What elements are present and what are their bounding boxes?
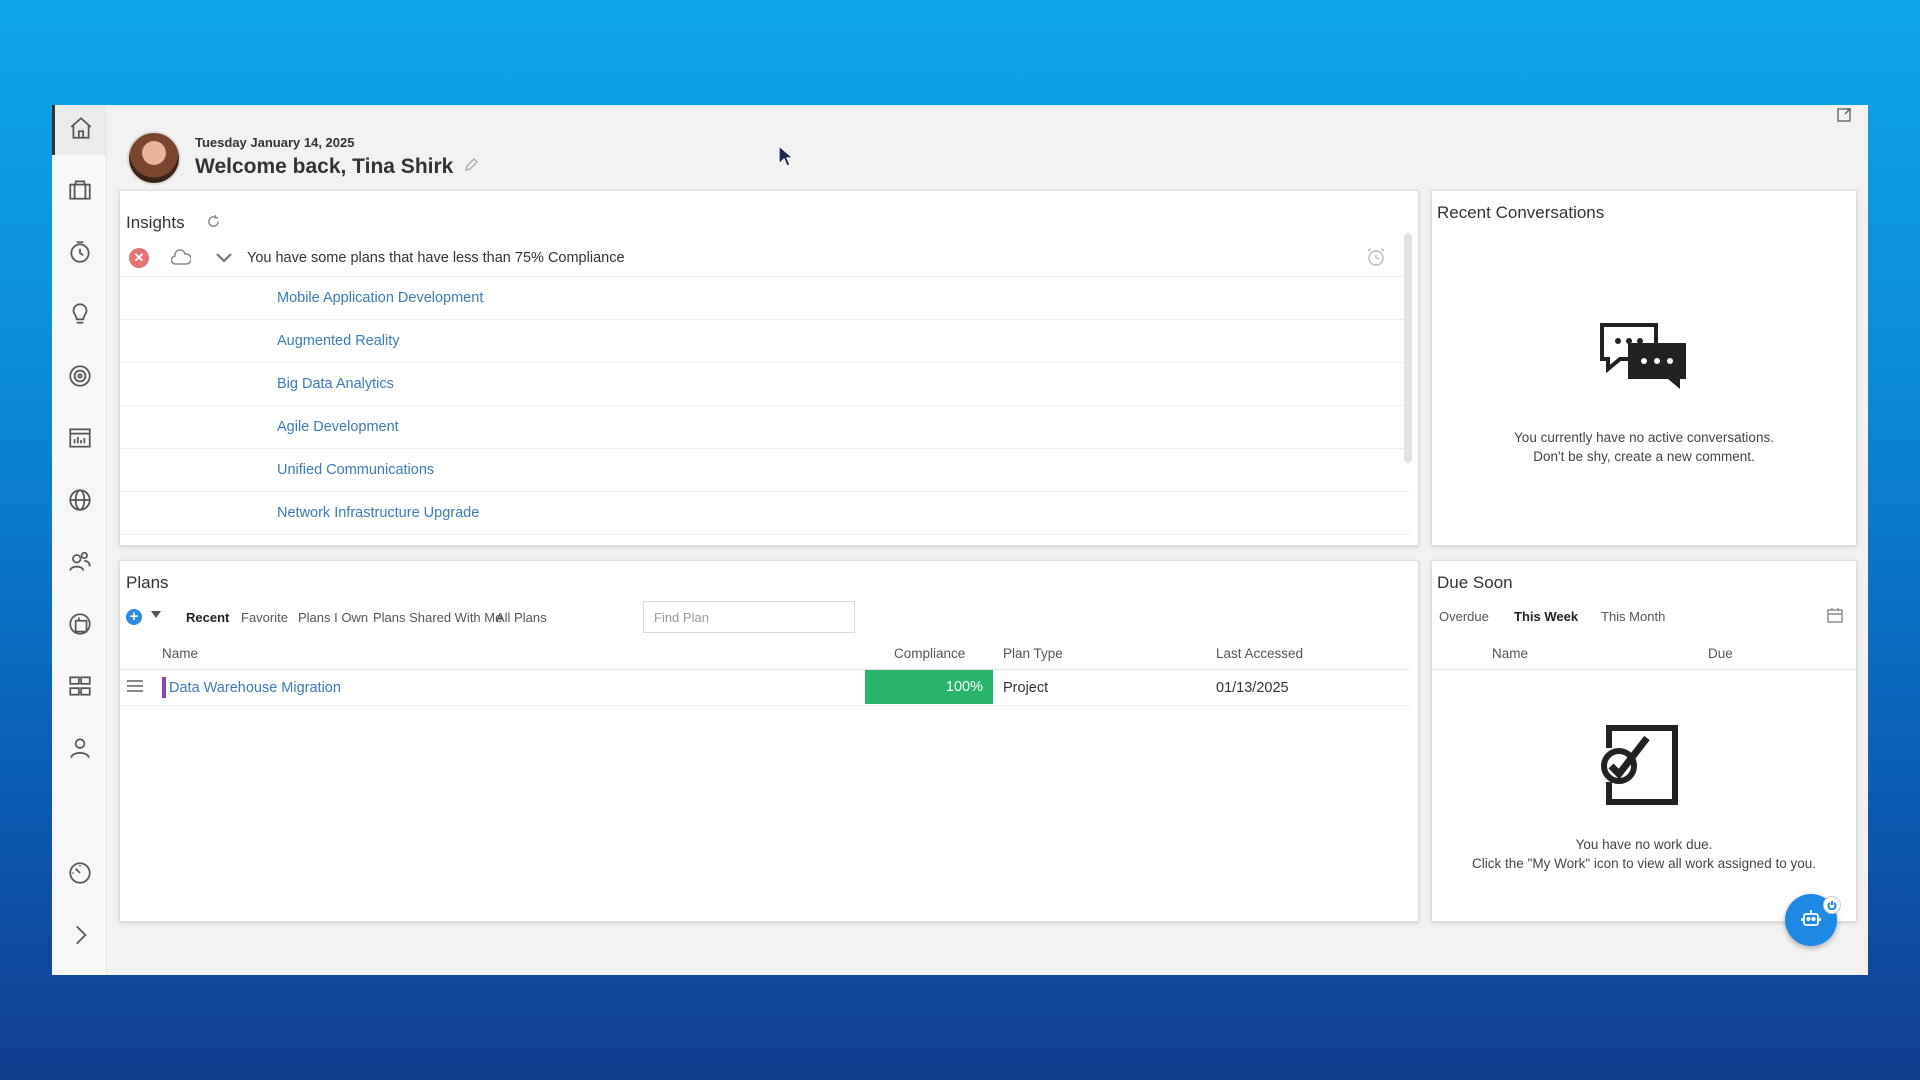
app-window: Tuesday January 14, 2025 Welcome back, T… [52, 105, 1868, 975]
sidebar-item-home[interactable] [52, 105, 107, 155]
maximize-icon[interactable] [1836, 107, 1852, 123]
insights-panel: Insights ✕ You have some plans that have… [119, 190, 1419, 546]
users-icon [67, 549, 93, 580]
chat-bubbles-icon [1598, 321, 1690, 398]
conversations-title: Recent Conversations [1437, 203, 1605, 222]
recent-conversations-panel: Recent Conversations You currently have … [1431, 190, 1857, 546]
plan-type-cell: Project [1003, 680, 1049, 696]
report-chart-icon [67, 425, 93, 456]
no-conversations-line1: You currently have no active conversatio… [1514, 430, 1774, 445]
hierarchy-icon [67, 673, 93, 704]
tab-this-week[interactable]: This Week [1514, 609, 1578, 624]
plans-panel: Plans + Recent Favorite Plans I Own Plan… [119, 560, 1419, 922]
due-table-header: Name Due [1432, 636, 1856, 670]
assistant-button[interactable] [1785, 894, 1841, 946]
refresh-icon[interactable] [206, 214, 221, 234]
sidebar-expand-button[interactable] [52, 912, 107, 962]
add-plan-button[interactable]: + [126, 609, 142, 625]
target-icon [67, 363, 93, 394]
find-plan-input[interactable] [643, 601, 855, 633]
insight-plan-link[interactable]: Augmented Reality [120, 320, 1410, 363]
tab-plans-i-own[interactable]: Plans I Own [298, 610, 368, 625]
column-due[interactable]: Due [1708, 646, 1733, 661]
chevron-down-icon[interactable] [215, 251, 233, 270]
sidebar-item-time[interactable] [52, 229, 107, 279]
plan-name-link[interactable]: Data Warehouse Migration [169, 680, 341, 696]
calendar-icon[interactable] [1826, 606, 1844, 629]
dashboard-gauge-icon [67, 860, 93, 891]
sidebar-item-profile[interactable] [52, 725, 107, 775]
row-menu-icon[interactable] [127, 680, 143, 694]
welcome-text: Welcome back, Tina Shirk [195, 155, 454, 178]
insight-plan-list: Mobile Application Development Augmented… [120, 277, 1410, 535]
insights-title: Insights [126, 213, 185, 232]
add-plan-dropdown[interactable] [151, 611, 161, 618]
tab-this-month[interactable]: This Month [1601, 609, 1665, 624]
compliance-bar: 100% [865, 670, 993, 704]
sidebar-item-resources[interactable] [52, 539, 107, 589]
insight-plan-link[interactable]: Agile Development [120, 406, 1410, 449]
tab-plans-shared[interactable]: Plans Shared With Me [373, 610, 502, 625]
avatar[interactable] [127, 131, 181, 185]
sidebar-item-portfolio[interactable] [52, 601, 107, 651]
briefcase-icon [67, 177, 93, 208]
column-plan-type[interactable]: Plan Type [1003, 646, 1063, 661]
user-icon [67, 735, 93, 766]
column-compliance[interactable]: Compliance [894, 646, 965, 661]
mouse-cursor-icon [777, 144, 795, 173]
sidebar-item-projects[interactable] [52, 167, 107, 217]
no-work-line1: You have no work due. [1575, 837, 1713, 852]
globe-icon [67, 487, 93, 518]
sidebar-item-goals[interactable] [52, 353, 107, 403]
lightbulb-icon [67, 301, 93, 332]
plans-title: Plans [126, 573, 169, 592]
sidebar-item-hierarchy[interactable] [52, 663, 107, 713]
column-last-accessed[interactable]: Last Accessed [1216, 646, 1303, 661]
no-work-line2: Click the "My Work" icon to view all wor… [1472, 856, 1816, 871]
column-name[interactable]: Name [1492, 646, 1528, 661]
portfolio-icon [67, 611, 93, 642]
close-icon[interactable]: ✕ [129, 248, 149, 268]
due-soon-title: Due Soon [1437, 573, 1513, 592]
robot-icon [1800, 907, 1822, 934]
table-row[interactable]: Data Warehouse Migration 100% Project 01… [120, 670, 1410, 706]
current-date: Tuesday January 14, 2025 [195, 135, 355, 150]
insight-plan-link[interactable]: Mobile Application Development [120, 277, 1410, 320]
tab-all-plans[interactable]: All Plans [496, 610, 547, 625]
checklist-icon [1597, 724, 1679, 811]
insight-alert-text: You have some plans that have less than … [247, 250, 625, 266]
tab-recent[interactable]: Recent [186, 610, 229, 625]
last-accessed-cell: 01/13/2025 [1216, 680, 1289, 696]
alarm-clock-icon[interactable] [1366, 247, 1386, 272]
sidebar-item-global[interactable] [52, 477, 107, 527]
insight-alert-row[interactable]: ✕ You have some plans that have less tha… [120, 239, 1410, 277]
power-icon[interactable] [1823, 896, 1841, 914]
chevron-right-icon [67, 922, 93, 953]
sidebar-item-dashboard[interactable] [52, 850, 107, 900]
insight-plan-link[interactable]: Big Data Analytics [120, 363, 1410, 406]
pencil-icon[interactable] [463, 155, 479, 179]
insights-scrollbar[interactable] [1404, 233, 1412, 463]
plans-table-header: Name Compliance Plan Type Last Accessed [120, 636, 1410, 670]
column-name[interactable]: Name [162, 646, 198, 661]
tab-favorite[interactable]: Favorite [241, 610, 288, 625]
insight-plan-link[interactable]: Unified Communications [120, 449, 1410, 492]
welcome-heading: Welcome back, Tina Shirk [195, 155, 479, 179]
home-icon [68, 115, 94, 146]
no-conversations-line2: Don't be shy, create a new comment. [1533, 449, 1755, 464]
snooze-icon[interactable] [170, 249, 192, 272]
tab-overdue[interactable]: Overdue [1439, 609, 1489, 624]
sidebar-item-ideas[interactable] [52, 291, 107, 341]
plans-toolbar: + Recent Favorite Plans I Own Plans Shar… [126, 601, 926, 633]
due-soon-panel: Due Soon Overdue This Week This Month Na… [1431, 560, 1857, 922]
sidebar-item-reports[interactable] [52, 415, 107, 465]
sidebar [52, 105, 107, 975]
timer-icon [67, 239, 93, 270]
plan-color-marker [162, 677, 166, 698]
insight-plan-link[interactable]: Network Infrastructure Upgrade [120, 492, 1410, 535]
